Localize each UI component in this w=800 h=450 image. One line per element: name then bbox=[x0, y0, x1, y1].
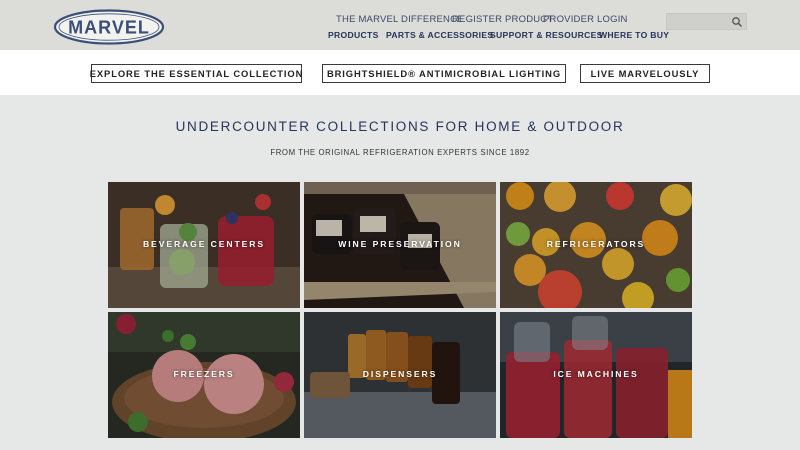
site-header: MARVEL THE MARVEL DIFFERENCE REGISTER PR… bbox=[0, 0, 800, 50]
tile-label: WINE PRESERVATION bbox=[338, 239, 462, 249]
nav-register-product[interactable]: REGISTER PRODUCT bbox=[452, 14, 553, 25]
page-subtitle: FROM THE ORIGINAL REFRIGERATION EXPERTS … bbox=[270, 148, 530, 157]
tile-dispensers[interactable]: DISPENSERS bbox=[304, 312, 496, 438]
tile-freezers[interactable]: FREEZERS bbox=[108, 312, 300, 438]
tile-refrigerators[interactable]: REFRIGERATORS bbox=[500, 182, 692, 308]
tile-label: FREEZERS bbox=[173, 369, 235, 379]
nav-support-resources[interactable]: SUPPORT & RESOURCES bbox=[490, 30, 603, 40]
nav-provider-login[interactable]: PROVIDER LOGIN bbox=[543, 14, 628, 25]
tile-label: REFRIGERATORS bbox=[546, 239, 646, 249]
page-title: UNDERCOUNTER COLLECTIONS FOR HOME & OUTD… bbox=[175, 119, 625, 134]
search-input[interactable] bbox=[667, 16, 729, 32]
nav-marvel-difference[interactable]: THE MARVEL DIFFERENCE bbox=[336, 14, 464, 25]
logo-text: MARVEL bbox=[68, 18, 150, 38]
promo-bar: EXPLORE THE ESSENTIAL COLLECTION BRIGHTS… bbox=[0, 50, 800, 95]
tile-wine-preservation[interactable]: WINE PRESERVATION bbox=[304, 182, 496, 308]
nav-products[interactable]: PRODUCTS bbox=[328, 30, 379, 40]
tile-label: BEVERAGE CENTERS bbox=[142, 239, 266, 249]
marvel-logo[interactable]: MARVEL bbox=[53, 9, 165, 45]
tile-ice-machines[interactable]: ICE MACHINES bbox=[500, 312, 692, 438]
tile-beverage-centers[interactable]: BEVERAGE CENTERS bbox=[108, 182, 300, 308]
live-marvelously-button[interactable]: LIVE MARVELOUSLY bbox=[580, 64, 710, 83]
tile-label: DISPENSERS bbox=[362, 369, 438, 379]
search-box bbox=[666, 13, 747, 32]
brightshield-lighting-button[interactable]: BRIGHTSHIELD® ANTIMICROBIAL LIGHTING bbox=[322, 64, 566, 83]
search-icon[interactable] bbox=[731, 16, 743, 28]
tile-label: ICE MACHINES bbox=[553, 369, 639, 379]
essential-collection-button[interactable]: EXPLORE THE ESSENTIAL COLLECTION bbox=[90, 64, 302, 83]
nav-parts-accessories[interactable]: PARTS & ACCESSORIES bbox=[386, 30, 493, 40]
nav-where-to-buy[interactable]: WHERE TO BUY bbox=[599, 30, 669, 40]
